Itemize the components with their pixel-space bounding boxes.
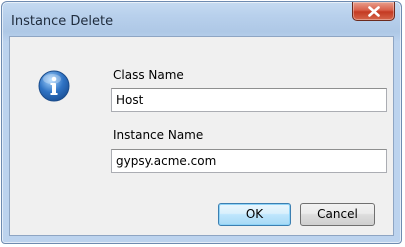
cancel-button[interactable]: Cancel	[300, 203, 375, 226]
window-title: Instance Delete	[11, 14, 114, 29]
title-bar[interactable]: Instance Delete	[2, 2, 401, 36]
close-icon	[368, 6, 380, 17]
class-name-field[interactable]: Host	[111, 88, 387, 112]
dialog-window: Instance Delete Class Name Host Instance…	[1, 1, 402, 244]
instance-name-label: Instance Name	[113, 128, 204, 142]
information-icon	[38, 70, 70, 102]
class-name-label: Class Name	[113, 68, 184, 82]
ok-button[interactable]: OK	[218, 203, 291, 226]
dialog-body: Class Name Host Instance Name gypsy.acme…	[9, 36, 394, 236]
instance-name-field[interactable]: gypsy.acme.com	[111, 149, 387, 173]
close-button[interactable]	[352, 2, 395, 21]
